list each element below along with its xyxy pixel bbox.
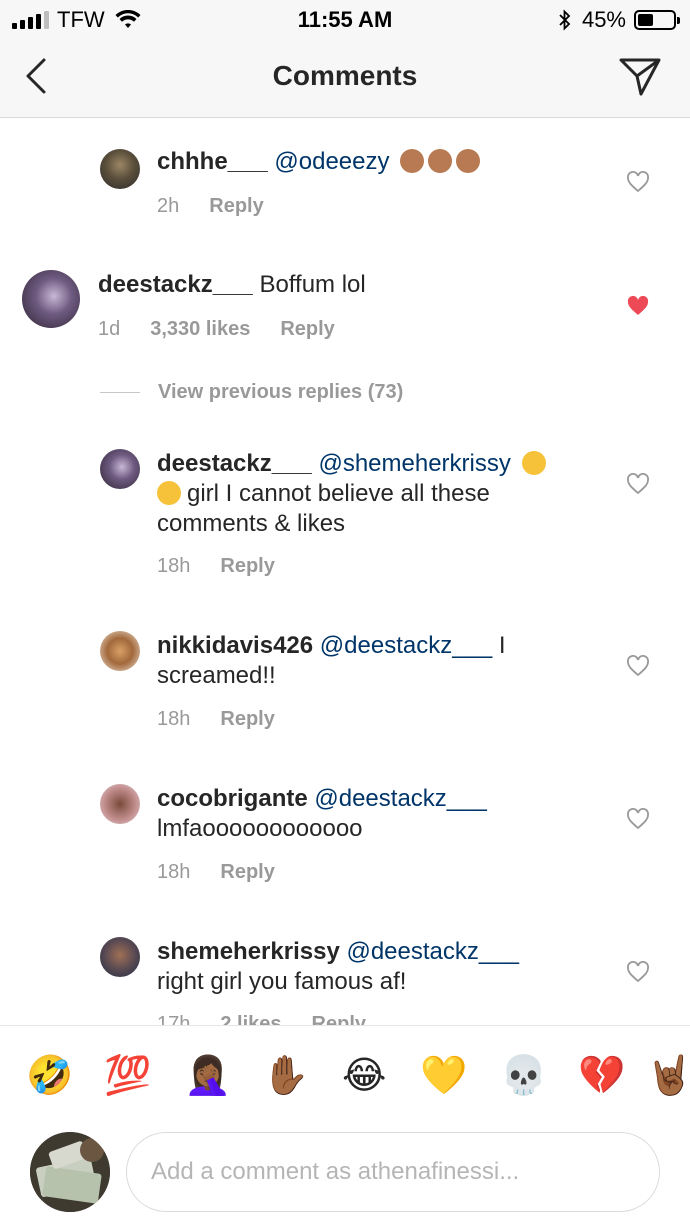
avatar[interactable] xyxy=(100,784,140,824)
comment-meta: 1d 3,330 likes Reply xyxy=(98,318,335,341)
likes-count[interactable]: 3,330 likes xyxy=(150,318,250,341)
comment-username[interactable]: deestackz___ xyxy=(98,271,253,298)
heart-outline-icon[interactable] xyxy=(626,655,650,677)
comment-body: right girl you famous af! xyxy=(157,968,407,995)
reply-button[interactable]: Reply xyxy=(220,861,274,884)
avatar-image xyxy=(30,1132,110,1212)
heart-outline-icon[interactable] xyxy=(626,808,650,830)
comment-time: 18h xyxy=(157,861,191,883)
comment-body: girl I cannot believe all these comments… xyxy=(157,480,490,537)
rolling-on-floor-laughing-emoji[interactable]: 🤣 xyxy=(26,1054,73,1098)
nav-bar: Comments xyxy=(0,40,690,118)
comment-mention[interactable]: @deestackz___ xyxy=(320,632,492,659)
comment-mention[interactable]: @deestackz___ xyxy=(346,938,518,965)
heart-outline-icon[interactable] xyxy=(626,473,650,495)
loudly-crying-face-emoji xyxy=(157,481,181,505)
comment-input[interactable] xyxy=(126,1132,660,1212)
battery-icon xyxy=(634,10,680,30)
paper-plane-icon[interactable] xyxy=(618,56,662,98)
comment-text: cocobrigante @deestackz___ lmfaooooooooo… xyxy=(157,784,577,844)
person-raising-hand-emoji xyxy=(428,149,453,173)
reply-button[interactable]: Reply xyxy=(312,1013,366,1025)
hundred-points-emoji[interactable]: 💯 xyxy=(104,1054,151,1098)
heart-outline-icon[interactable] xyxy=(626,171,650,193)
my-avatar xyxy=(30,1132,110,1212)
skull-emoji[interactable]: 💀 xyxy=(500,1054,547,1098)
person-raising-hand-emoji xyxy=(400,149,425,173)
comment-username[interactable]: nikkidavis426 xyxy=(157,632,313,659)
comment-username[interactable]: shemeherkrissy xyxy=(157,938,340,965)
comment-mention[interactable]: @deestackz___ xyxy=(314,785,486,812)
comment-time: 17h xyxy=(157,1013,191,1025)
comment-meta: 18h Reply xyxy=(157,708,275,731)
woman-facepalming-emoji[interactable]: 🤦🏾‍♀️ xyxy=(184,1054,231,1098)
sign-of-the-horns-emoji[interactable]: 🤘🏾 xyxy=(646,1054,690,1098)
comment-body: Boffum lol xyxy=(259,271,366,298)
reply-button[interactable]: Reply xyxy=(209,195,263,218)
comment-username[interactable]: deestackz___ xyxy=(157,450,312,477)
comment-time: 18h xyxy=(157,708,191,730)
avatar[interactable] xyxy=(100,937,140,977)
heart-outline-icon[interactable] xyxy=(626,961,650,983)
comment-meta: 18h Reply xyxy=(157,555,275,578)
comment-time: 18h xyxy=(157,555,191,577)
status-bar: TFW 11:55 AM 45% xyxy=(0,0,690,40)
comment-text: deestackz___ Boffum lol xyxy=(98,270,598,300)
raised-hand-emoji[interactable]: ✋🏾 xyxy=(262,1054,309,1098)
comment-username[interactable]: cocobrigante xyxy=(157,785,308,812)
likes-count[interactable]: 2 likes xyxy=(220,1013,281,1025)
loudly-crying-face-emoji xyxy=(521,451,546,475)
status-right: 45% xyxy=(558,7,680,33)
avatar[interactable] xyxy=(100,449,140,489)
bluetooth-icon xyxy=(559,9,571,31)
comment-time: 2h xyxy=(157,195,180,217)
avatar[interactable] xyxy=(100,631,140,671)
view-previous-replies-label: View previous replies (73) xyxy=(158,381,404,403)
comment-mention[interactable]: @odeeezy xyxy=(274,148,389,175)
page-title: Comments xyxy=(272,60,418,91)
comment-meta: 17h 2 likes Reply xyxy=(157,1013,366,1025)
comment-meta: 2h Reply xyxy=(157,195,264,218)
comment-meta: 18h Reply xyxy=(157,861,275,884)
comment-text: shemeherkrissy @deestackz___ right girl … xyxy=(157,937,577,997)
comment-text: deestackz___ @shemeherkrissy girl I cann… xyxy=(157,449,587,539)
comment-text: nikkidavis426 @deestackz___ I screamed!! xyxy=(157,631,577,691)
avatar[interactable] xyxy=(100,149,140,189)
reply-button[interactable]: Reply xyxy=(220,555,274,578)
comment-text: chhhe___ @odeeezy xyxy=(157,147,597,177)
broken-heart-emoji[interactable]: 💔 xyxy=(578,1054,625,1098)
battery-percent: 45% xyxy=(581,7,626,32)
comment-time: 1d xyxy=(98,318,121,340)
reply-button[interactable]: Reply xyxy=(280,318,334,341)
avatar[interactable] xyxy=(22,270,80,328)
face-with-tears-of-joy-emoji[interactable]: 😂 xyxy=(342,1054,386,1098)
reply-button[interactable]: Reply xyxy=(220,708,274,731)
comments-list[interactable]: chhhe___ @odeeezy 2h Reply deestackz___ … xyxy=(0,119,690,1025)
comment-body: lmfaoooooooooooo xyxy=(157,815,363,842)
person-raising-hand-emoji xyxy=(456,149,481,173)
view-previous-replies[interactable]: View previous replies (73) xyxy=(100,381,403,404)
comment-username[interactable]: chhhe___ xyxy=(157,148,268,175)
battery-fill xyxy=(638,14,654,26)
heart-filled-icon[interactable] xyxy=(626,295,650,317)
comment-mention[interactable]: @shemeherkrissy xyxy=(318,450,510,477)
emoji-quick-bar: 🤣 💯 🤦🏾‍♀️ ✋🏾 😂 💛 💀 💔 🤘🏾 xyxy=(0,1025,690,1125)
yellow-heart-emoji[interactable]: 💛 xyxy=(420,1054,467,1098)
comment-composer xyxy=(0,1125,690,1227)
